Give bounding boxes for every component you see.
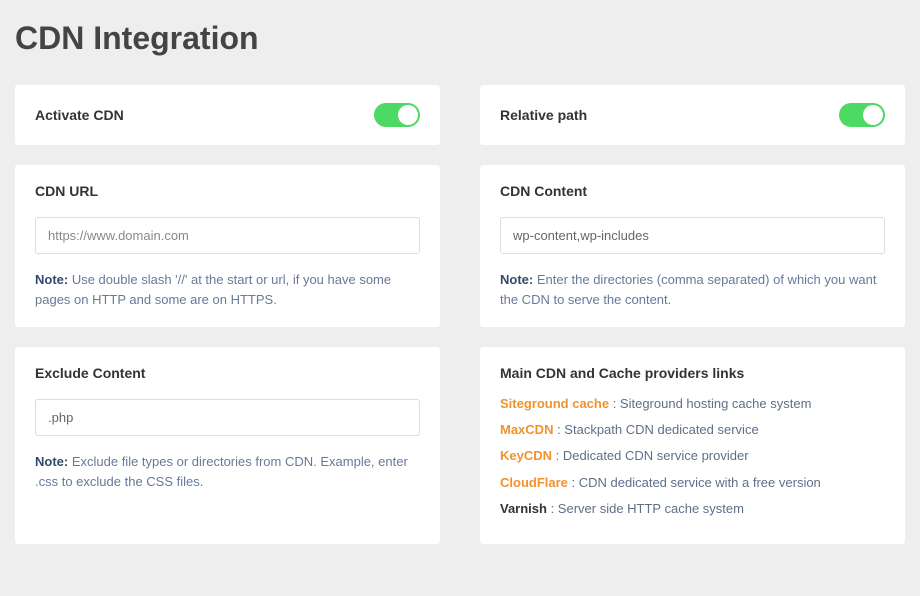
activate-cdn-toggle[interactable] (374, 103, 420, 127)
cdn-url-note-text: Use double slash '//' at the start or ur… (35, 272, 391, 307)
settings-grid: Activate CDN Relative path CDN URL Note:… (15, 85, 905, 544)
provider-link[interactable]: Siteground cache (500, 396, 609, 411)
cdn-url-input[interactable] (35, 217, 420, 254)
activate-cdn-card: Activate CDN (15, 85, 440, 145)
cdn-content-card: CDN Content Note: Enter the directories … (480, 165, 905, 327)
cdn-url-label: CDN URL (35, 183, 420, 199)
provider-desc: : Stackpath CDN dedicated service (553, 422, 758, 437)
cdn-content-input[interactable] (500, 217, 885, 254)
toggle-knob-icon (863, 105, 883, 125)
provider-link[interactable]: KeyCDN (500, 448, 552, 463)
providers-card: Main CDN and Cache providers links Siteg… (480, 347, 905, 544)
provider-link[interactable]: Varnish (500, 501, 547, 516)
provider-link[interactable]: CloudFlare (500, 475, 568, 490)
exclude-content-input[interactable] (35, 399, 420, 436)
relative-path-toggle[interactable] (839, 103, 885, 127)
relative-path-card: Relative path (480, 85, 905, 145)
page-title: CDN Integration (15, 0, 905, 85)
provider-row: CloudFlare : CDN dedicated service with … (500, 474, 885, 492)
relative-path-label: Relative path (500, 107, 587, 123)
cdn-content-note-label: Note: (500, 272, 533, 287)
cdn-content-note-text: Enter the directories (comma separated) … (500, 272, 876, 307)
provider-row: Siteground cache : Siteground hosting ca… (500, 395, 885, 413)
exclude-content-label: Exclude Content (35, 365, 420, 381)
exclude-content-note-label: Note: (35, 454, 68, 469)
providers-title: Main CDN and Cache providers links (500, 365, 885, 381)
provider-desc: : Siteground hosting cache system (609, 396, 811, 411)
provider-row: KeyCDN : Dedicated CDN service provider (500, 447, 885, 465)
cdn-content-note: Note: Enter the directories (comma separ… (500, 270, 885, 309)
provider-link[interactable]: MaxCDN (500, 422, 553, 437)
cdn-url-card: CDN URL Note: Use double slash '//' at t… (15, 165, 440, 327)
provider-desc: : CDN dedicated service with a free vers… (568, 475, 821, 490)
cdn-content-label: CDN Content (500, 183, 885, 199)
cdn-url-note-label: Note: (35, 272, 68, 287)
provider-row: MaxCDN : Stackpath CDN dedicated service (500, 421, 885, 439)
provider-desc: : Server side HTTP cache system (547, 501, 744, 516)
provider-row: Varnish : Server side HTTP cache system (500, 500, 885, 518)
exclude-content-note: Note: Exclude file types or directories … (35, 452, 420, 491)
exclude-content-note-text: Exclude file types or directories from C… (35, 454, 408, 489)
provider-desc: : Dedicated CDN service provider (552, 448, 749, 463)
activate-cdn-label: Activate CDN (35, 107, 124, 123)
toggle-knob-icon (398, 105, 418, 125)
exclude-content-card: Exclude Content Note: Exclude file types… (15, 347, 440, 544)
providers-list: Siteground cache : Siteground hosting ca… (500, 395, 885, 518)
cdn-url-note: Note: Use double slash '//' at the start… (35, 270, 420, 309)
